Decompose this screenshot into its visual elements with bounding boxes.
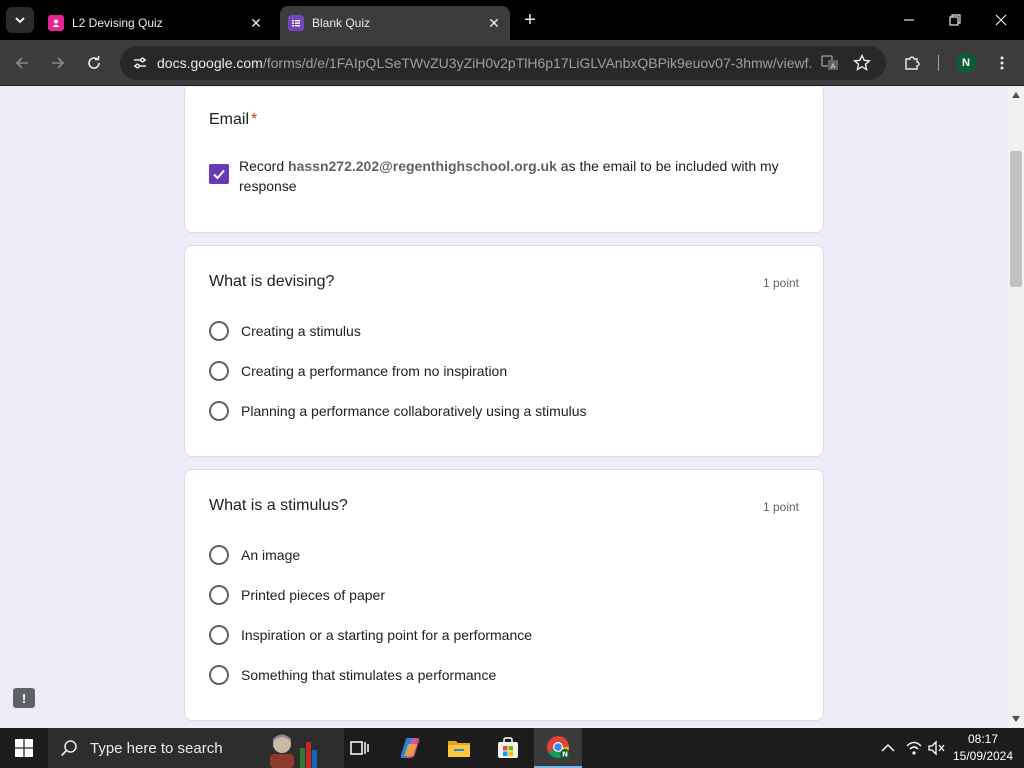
url-text[interactable]: docs.google.com/forms/d/e/1FAIpQLSeTWvZU… xyxy=(157,55,812,71)
question-card: What is a stimulus? 1 point An image Pri… xyxy=(184,469,824,721)
windows-taskbar: Type here to search N 08:17 15/09/2024 xyxy=(0,728,1024,768)
reload-icon xyxy=(88,56,100,69)
question-title: What is devising? xyxy=(209,273,335,290)
tab-strip: L2 Devising Quiz ✕ Blank Quiz ✕ + xyxy=(0,0,1024,40)
radio-option[interactable]: An image xyxy=(209,544,300,566)
microsoft-store-button[interactable] xyxy=(484,728,532,768)
scroll-down-arrow-icon[interactable] xyxy=(1012,715,1020,723)
tab-search-button[interactable] xyxy=(6,7,34,33)
copilot-button[interactable] xyxy=(386,728,434,768)
menu-button[interactable] xyxy=(988,49,1016,77)
file-explorer-icon xyxy=(448,741,470,757)
question-title: What is a stimulus? xyxy=(209,497,348,514)
start-button[interactable] xyxy=(0,728,48,768)
chevron-down-icon xyxy=(15,17,25,24)
show-hidden-icons-button[interactable] xyxy=(878,738,898,758)
radio-option[interactable]: Something that stimulates a performance xyxy=(209,664,496,686)
browser-toolbar: docs.google.com/forms/d/e/1FAIpQLSeTWvZU… xyxy=(0,40,1024,86)
windows-logo-icon xyxy=(15,739,33,757)
back-arrow-icon xyxy=(15,57,28,69)
microsoft-store-icon xyxy=(498,737,518,758)
forward-button[interactable] xyxy=(44,49,72,77)
bookmark-star-icon[interactable] xyxy=(850,51,874,75)
radio-button[interactable] xyxy=(209,545,229,565)
reload-button[interactable] xyxy=(80,49,108,77)
taskbar-search-box[interactable]: Type here to search xyxy=(48,728,344,768)
minimize-icon xyxy=(904,19,914,21)
radio-button[interactable] xyxy=(209,665,229,685)
tab-blank-quiz[interactable]: Blank Quiz ✕ xyxy=(280,6,510,40)
user-email: hassn272.202@regenthighschool.org.uk xyxy=(288,158,557,174)
extensions-button[interactable] xyxy=(898,49,926,77)
chrome-icon: N xyxy=(547,736,570,759)
page-scrollbar[interactable] xyxy=(1008,87,1024,728)
email-title: Email * xyxy=(209,111,258,128)
close-icon xyxy=(995,14,1007,26)
radio-button[interactable] xyxy=(209,585,229,605)
forms-icon xyxy=(288,15,304,31)
url-host: docs.google.com xyxy=(157,55,263,71)
report-feedback-button[interactable]: ! xyxy=(13,688,35,708)
tab-title: L2 Devising Quiz xyxy=(72,16,163,30)
svg-text:A: A xyxy=(831,63,836,71)
search-placeholder: Type here to search xyxy=(90,739,223,757)
contacts-form-icon xyxy=(48,15,64,31)
back-button[interactable] xyxy=(8,49,36,77)
profile-avatar[interactable]: N xyxy=(956,53,976,73)
url-path: /forms/d/e/1FAIpQLSeTWvZU3yZiH0v2pTlH6p1… xyxy=(262,55,812,71)
search-highlight-illustration-icon xyxy=(270,734,317,768)
radio-button[interactable] xyxy=(209,321,229,341)
radio-button[interactable] xyxy=(209,361,229,381)
copilot-icon xyxy=(400,738,420,758)
volume-muted-icon[interactable] xyxy=(926,738,946,758)
system-clock[interactable]: 08:17 15/09/2024 xyxy=(948,731,1018,765)
forward-arrow-icon xyxy=(52,57,65,69)
question-card: What is devising? 1 point Creating a sti… xyxy=(184,245,824,457)
toolbar-divider xyxy=(938,55,939,71)
radio-button[interactable] xyxy=(209,625,229,645)
question-points: 1 point xyxy=(762,276,799,290)
radio-option[interactable]: Planning a performance collaboratively u… xyxy=(209,400,587,422)
restore-button[interactable] xyxy=(932,0,978,40)
close-tab-icon[interactable]: ✕ xyxy=(246,13,266,33)
radio-option[interactable]: Creating a stimulus xyxy=(209,320,361,342)
radio-option[interactable]: Creating a performance from no inspirati… xyxy=(209,360,507,382)
chrome-taskbar-button[interactable]: N xyxy=(534,728,582,768)
close-tab-icon[interactable]: ✕ xyxy=(484,13,504,33)
radio-option[interactable]: Inspiration or a starting point for a pe… xyxy=(209,624,532,646)
task-view-icon xyxy=(350,741,369,755)
tab-l2-devising-quiz[interactable]: L2 Devising Quiz ✕ xyxy=(40,6,272,40)
clock-time: 08:17 xyxy=(967,732,999,746)
address-bar[interactable]: docs.google.com/forms/d/e/1FAIpQLSeTWvZU… xyxy=(120,46,886,80)
scroll-up-arrow-icon[interactable] xyxy=(1012,91,1020,99)
new-tab-button[interactable]: + xyxy=(518,9,542,31)
site-info-icon[interactable] xyxy=(128,51,152,75)
more-vert-icon xyxy=(1000,56,1004,70)
task-view-button[interactable] xyxy=(336,728,384,768)
translate-icon[interactable]: A xyxy=(818,51,842,75)
form-page: Email * Record hassn272.202@regenthighsch… xyxy=(0,87,1008,728)
question-points: 1 point xyxy=(762,500,799,514)
required-asterisk: * xyxy=(251,111,258,128)
record-email-label: Record hassn272.202@regenthighschool.org… xyxy=(239,158,779,194)
network-icon[interactable] xyxy=(904,738,924,758)
record-email-checkbox[interactable] xyxy=(209,164,229,184)
checkmark-icon xyxy=(213,169,225,180)
radio-option[interactable]: Printed pieces of paper xyxy=(209,584,385,606)
file-explorer-button[interactable] xyxy=(435,728,483,768)
tab-title: Blank Quiz xyxy=(312,16,371,30)
close-window-button[interactable] xyxy=(978,0,1024,40)
radio-button[interactable] xyxy=(209,401,229,421)
clock-date: 15/09/2024 xyxy=(952,749,1014,763)
search-icon xyxy=(60,740,77,757)
svg-text:N: N xyxy=(562,751,568,759)
scrollbar-thumb[interactable] xyxy=(1010,151,1022,287)
email-card: Email * Record hassn272.202@regenthighsch… xyxy=(184,87,824,233)
chevron-up-icon xyxy=(881,743,895,752)
restore-icon xyxy=(949,14,961,26)
puzzle-icon xyxy=(905,56,920,70)
minimize-button[interactable] xyxy=(886,0,932,40)
